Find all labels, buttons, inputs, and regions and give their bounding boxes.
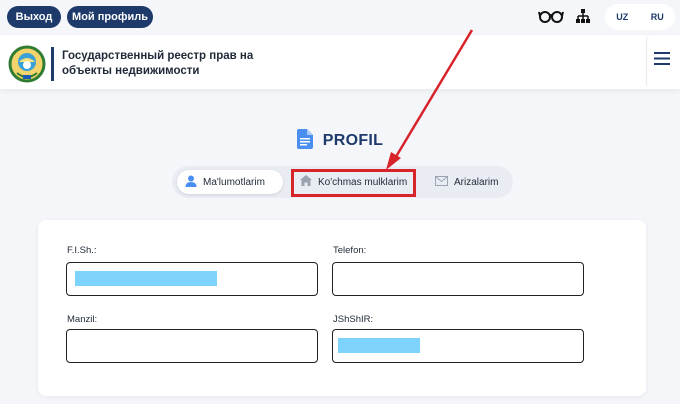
glasses-icon[interactable]	[538, 8, 564, 29]
page-title: PROFIL	[322, 132, 384, 149]
page-title-row: PROFIL	[0, 127, 680, 155]
tab-my-info-label: Ma'lumotlarim	[203, 176, 265, 188]
jshshir-redaction	[338, 338, 420, 353]
my-profile-button[interactable]: Мой профиль	[67, 6, 153, 28]
address-label: Manzil:	[67, 314, 98, 325]
annotation-highlight-box	[291, 169, 416, 197]
hamburger-menu-icon	[654, 52, 670, 70]
fio-field[interactable]	[66, 262, 318, 296]
site-title: Государственный реестр прав на объекты н…	[62, 50, 254, 77]
jshshir-field[interactable]	[332, 329, 584, 363]
fio-redaction	[75, 271, 217, 286]
hamburger-menu-button[interactable]	[646, 35, 677, 87]
header-divider	[51, 47, 54, 81]
address-field[interactable]	[66, 329, 318, 363]
phone-field[interactable]	[332, 262, 584, 296]
profile-form-card: F.I.Sh.: Telefon: Manzil: JShShIR:	[38, 220, 646, 396]
lang-uz[interactable]: UZ	[616, 12, 628, 22]
phone-label: Telefon:	[333, 245, 367, 256]
envelope-icon	[435, 175, 448, 189]
tab-my-requests-label: Arizalarim	[454, 176, 499, 188]
fio-label: F.I.Sh.:	[67, 245, 97, 256]
sitemap-icon[interactable]	[575, 8, 591, 29]
tab-my-info[interactable]: Ma'lumotlarim	[177, 170, 283, 194]
top-bar: Выход Мой профиль UZ RU	[0, 0, 680, 34]
lang-ru[interactable]: RU	[651, 12, 664, 22]
tab-my-requests[interactable]: Arizalarim	[427, 170, 507, 194]
user-icon	[185, 175, 197, 190]
document-icon	[296, 128, 313, 154]
language-switcher: UZ RU	[605, 4, 675, 30]
logout-button[interactable]: Выход	[7, 6, 61, 28]
uzbekistan-emblem-icon[interactable]	[8, 45, 46, 88]
jshshir-label: JShShIR:	[333, 314, 374, 325]
site-header: Государственный реестр прав на объекты н…	[0, 35, 680, 89]
